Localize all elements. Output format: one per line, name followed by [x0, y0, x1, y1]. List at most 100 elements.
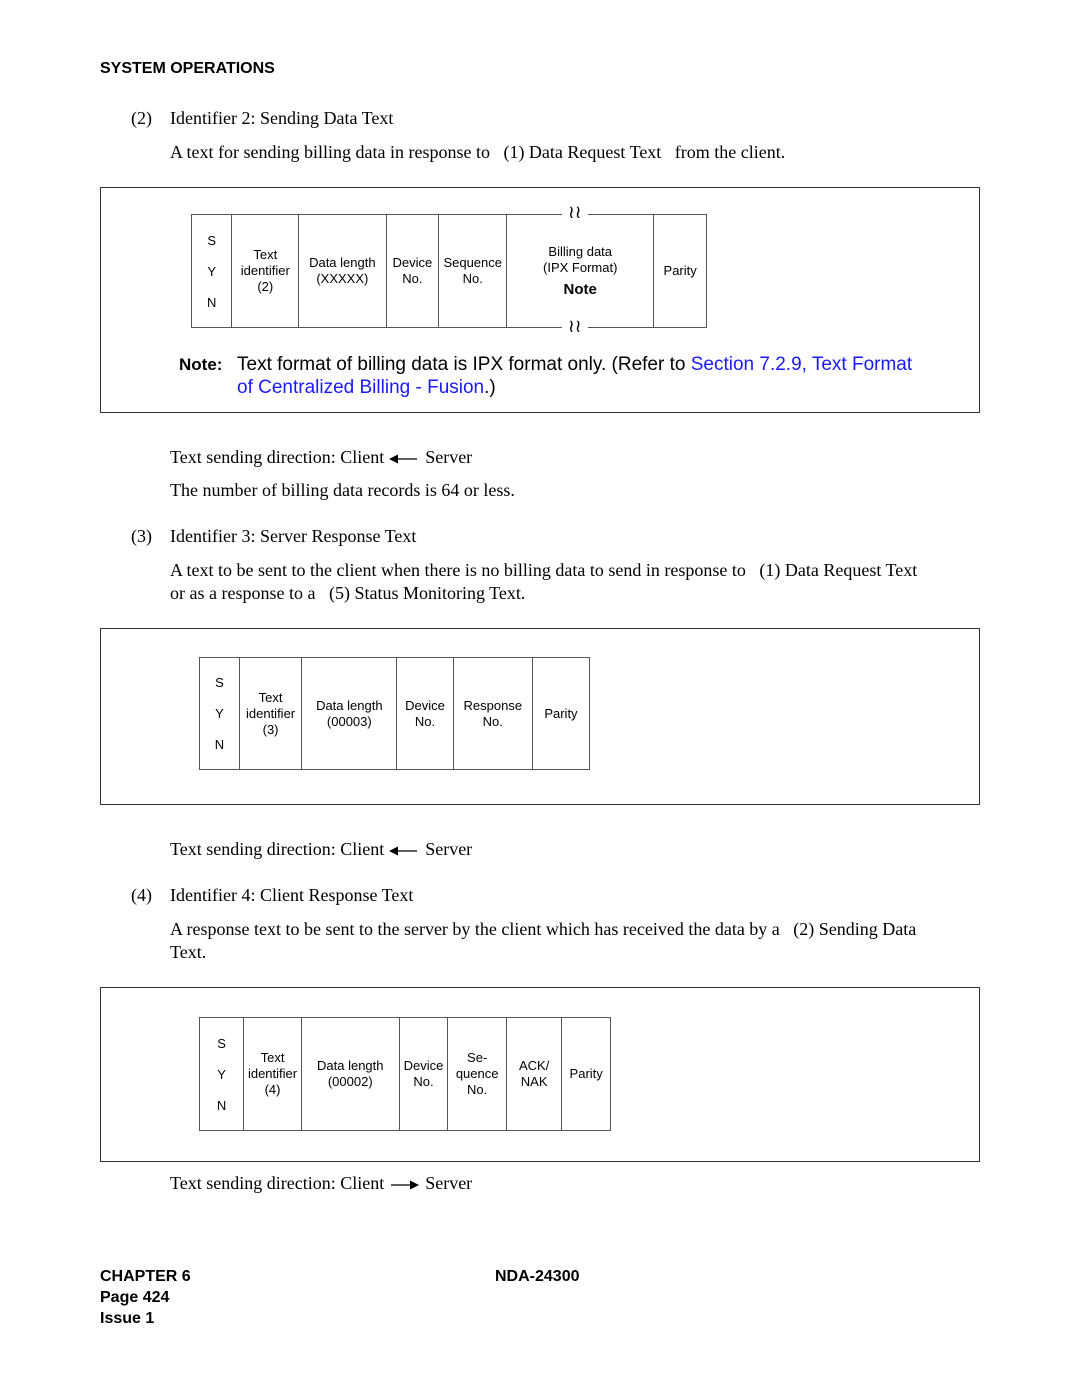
- device-no-cell: Device No.: [398, 1017, 449, 1131]
- cell-line: No.: [462, 271, 483, 286]
- direction-suffix: Server: [425, 447, 473, 467]
- cell-line: Text: [253, 247, 278, 262]
- cell-line: identifier: [247, 1066, 298, 1081]
- syn-s: S: [215, 675, 224, 690]
- cell-line: No.: [413, 1074, 434, 1089]
- section-2-title: Identifier 2: Sending Data Text: [170, 108, 394, 128]
- cell-line: (2): [257, 279, 274, 294]
- section-2-number: (2): [131, 108, 152, 128]
- cell-line: No.: [402, 271, 423, 286]
- syn-n: N: [207, 294, 217, 310]
- section-2-description: A text for sending billing data in respo…: [170, 142, 786, 162]
- cell-line: Parity: [544, 705, 578, 721]
- syn-cell: S Y N: [190, 214, 233, 328]
- syn-n: N: [216, 1097, 227, 1113]
- cell-line: Device: [392, 255, 433, 270]
- cell-line: Sequence: [443, 255, 502, 270]
- cell-line: (XXXXX): [316, 271, 369, 286]
- cell-line: Parity: [569, 1066, 603, 1081]
- sending-data-text-format-table: S Y N Text identifier (2) Data length (X…: [190, 214, 707, 328]
- text-identifier-cell: Text identifier (3): [238, 657, 303, 770]
- cell-line: Device: [403, 1058, 444, 1073]
- section-link[interactable]: Section 7.2.9, Text Format: [691, 354, 912, 375]
- note-text: Text format of billing data is IPX forma…: [237, 353, 912, 376]
- cell-line: NAK: [520, 1074, 548, 1089]
- note-closing: .): [484, 377, 496, 398]
- note-text-line2: of Centralized Billing - Fusion.): [237, 376, 496, 399]
- section-link-continued[interactable]: of Centralized Billing - Fusion: [237, 377, 484, 398]
- direction-suffix: Server: [425, 839, 473, 859]
- footer-page: Page 424: [100, 1289, 170, 1306]
- parity-cell: Parity: [653, 214, 707, 328]
- cell-line: No.: [414, 713, 436, 729]
- sequence-no-cell: Sequence No.: [438, 214, 508, 328]
- cell-line: No.: [482, 713, 503, 729]
- cell-line: (00002): [327, 1074, 373, 1089]
- direction-line-2: Text sending direction: Client Server: [170, 446, 472, 469]
- data-length-cell: Data length (00002): [300, 1017, 400, 1131]
- parity-cell: Parity: [531, 657, 591, 770]
- device-no-cell: Device No.: [385, 214, 440, 328]
- cell-line: Data length: [316, 697, 383, 713]
- syn-cell: S Y N: [199, 657, 240, 770]
- parity-cell: Parity: [561, 1017, 611, 1131]
- records-note: The number of billing data records is 64…: [170, 480, 515, 500]
- right-arrow-icon: [390, 1180, 419, 1190]
- cell-line: Data length: [309, 255, 376, 270]
- section-3-description-line1: A text to be sent to the client when the…: [170, 560, 918, 580]
- footer-chapter: CHAPTER 6: [100, 1268, 191, 1285]
- cell-line: Response: [463, 697, 523, 713]
- server-response-text-format-table: S Y N Text identifier (3) Data length (0…: [199, 657, 591, 770]
- section-4-description-line2: Text.: [170, 942, 207, 962]
- break-symbol-icon: ≀≀: [562, 204, 588, 222]
- section-3-title: Identifier 3: Server Response Text: [170, 526, 417, 546]
- syn-y: Y: [215, 706, 224, 721]
- section-4-title: Identifier 4: Client Response Text: [170, 885, 414, 905]
- syn-y: Y: [207, 263, 217, 279]
- cell-line: (IPX Format): [543, 260, 618, 275]
- cell-line: quence: [455, 1066, 499, 1081]
- syn-y: Y: [217, 1066, 226, 1082]
- cell-line: Billing data: [548, 244, 613, 259]
- footer-left: CHAPTER 6 Page 424 Issue 1: [100, 1266, 191, 1329]
- syn-s: S: [207, 232, 217, 248]
- text-identifier-cell: Text identifier (2): [231, 214, 300, 328]
- direction-line-3: Text sending direction: Client Server: [170, 838, 472, 861]
- response-no-cell: Response No.: [452, 657, 533, 770]
- billing-data-cell: Billing data (IPX Format) Note: [506, 214, 655, 328]
- left-arrow-icon: [388, 846, 417, 856]
- syn-cell: S Y N: [198, 1017, 245, 1131]
- sequence-no-cell: Se- quence No.: [447, 1017, 507, 1131]
- billing-data-note-ref: Note: [563, 281, 597, 298]
- direction-prefix: Text sending direction: Client: [170, 839, 385, 859]
- cell-line: No.: [467, 1082, 488, 1097]
- cell-line: Parity: [663, 263, 697, 278]
- cell-line: identifier: [240, 263, 290, 278]
- section-3-description-line2: or as a response to a (5) Status Monitor…: [170, 583, 526, 603]
- note-body: Text format of billing data is IPX forma…: [237, 354, 691, 375]
- syn-s: S: [217, 1035, 226, 1051]
- section-4-description-line1: A response text to be sent to the server…: [170, 919, 917, 939]
- direction-suffix: Server: [425, 1173, 473, 1193]
- section-header: SYSTEM OPERATIONS: [100, 60, 275, 77]
- direction-prefix: Text sending direction: Client: [170, 1173, 385, 1193]
- cell-line: Device: [405, 697, 445, 713]
- text-identifier-cell: Text identifier (4): [243, 1017, 302, 1131]
- note-label: Note:: [179, 355, 223, 374]
- cell-line: (4): [264, 1082, 281, 1097]
- cell-line: (3): [262, 721, 279, 737]
- data-length-cell: Data length (XXXXX): [298, 214, 387, 328]
- client-response-text-format-table: S Y N Text identifier (4) Data length (0…: [198, 1017, 611, 1131]
- cell-line: Text: [258, 689, 283, 705]
- cell-line: Se-: [467, 1050, 488, 1065]
- cell-line: Data length: [317, 1058, 384, 1073]
- device-no-cell: Device No.: [396, 657, 454, 770]
- section-3-number: (3): [131, 526, 152, 546]
- syn-n: N: [214, 737, 225, 752]
- cell-line: identifier: [245, 705, 296, 721]
- cell-line: Text: [260, 1050, 285, 1065]
- cell-line: (00003): [326, 713, 372, 729]
- direction-line-4: Text sending direction: Client Server: [170, 1172, 472, 1195]
- direction-prefix: Text sending direction: Client: [170, 447, 385, 467]
- left-arrow-icon: [388, 454, 417, 464]
